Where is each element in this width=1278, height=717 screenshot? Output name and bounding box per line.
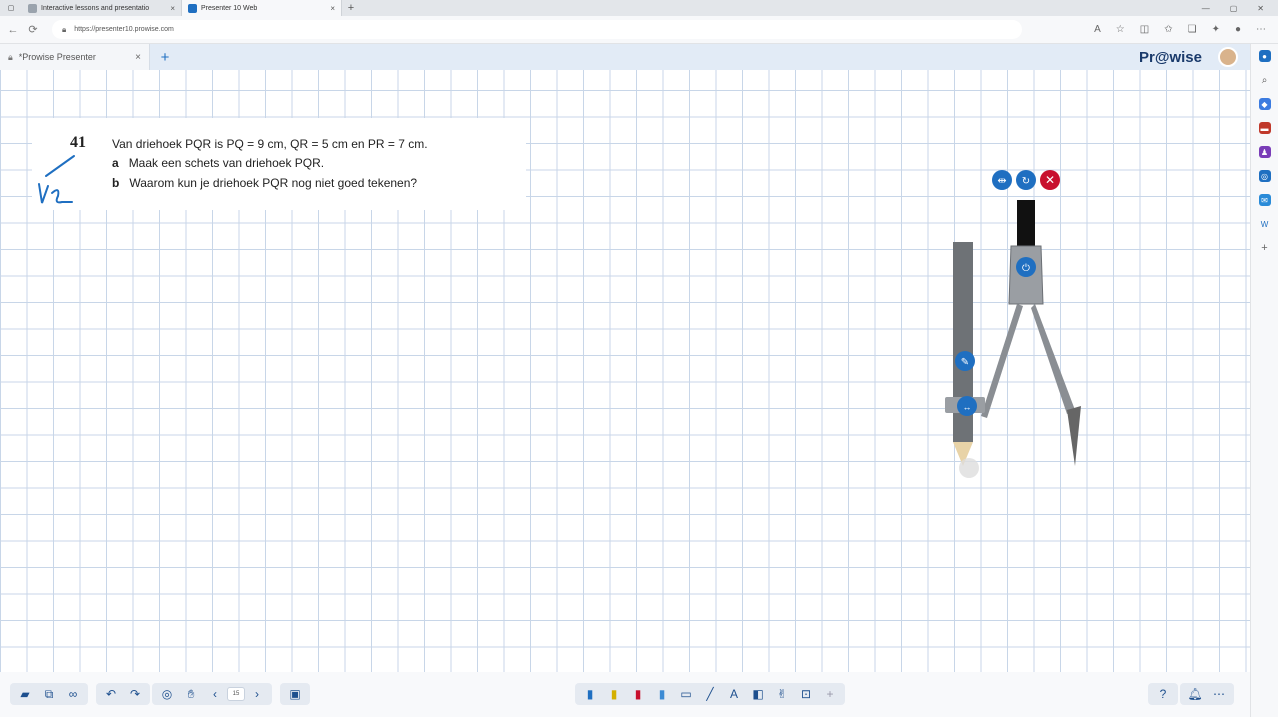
folder-icon[interactable]: ▰ — [13, 683, 37, 705]
compass-handle[interactable] — [1017, 200, 1035, 246]
presenter-tab-bar: 🔒︎ *Prowise Presenter × + Pr@wise — [0, 44, 1250, 70]
minimize-icon[interactable]: — — [1202, 4, 1210, 13]
svg-text:⇹: ⇹ — [997, 175, 1006, 187]
favorite-star-icon[interactable]: ☆ — [1116, 24, 1125, 35]
history-tools: ↶ ↷ — [96, 683, 150, 705]
shopping-icon[interactable]: ◆ — [1258, 98, 1271, 110]
shapes-icon[interactable]: ◧ — [746, 683, 770, 705]
document-tab-label: *Prowise Presenter — [18, 52, 96, 62]
undo-icon[interactable]: ↶ — [99, 683, 123, 705]
tab-favicon-icon — [28, 3, 37, 13]
browser-tab-label: Presenter 10 Web — [201, 4, 258, 12]
pages-icon[interactable]: ⧉ — [37, 683, 61, 705]
browser-tab-strip: ▢ Interactive lessons and presentatio × … — [0, 0, 1278, 16]
more-options-icon[interactable]: ⋯ — [1207, 683, 1231, 705]
split-screen-icon[interactable]: ◫ — [1140, 24, 1149, 35]
svg-text:↔: ↔ — [963, 402, 972, 412]
tools-icon[interactable]: ▬ — [1258, 122, 1271, 134]
add-tool-icon[interactable]: + — [818, 683, 842, 705]
notifications-icon[interactable]: 🔔︎ — [1183, 683, 1207, 705]
more-menu-icon[interactable]: ⋯ — [1256, 24, 1266, 35]
browser-actions: A ☆ ◫ ✩ ❏ ✦ ● ⋯ — [1094, 24, 1278, 35]
highlighter-icon[interactable]: ▮ — [650, 683, 674, 705]
collections-icon[interactable]: ❏ — [1188, 24, 1197, 35]
close-window-icon[interactable]: ✕ — [1257, 4, 1264, 13]
svg-text:✎: ✎ — [961, 357, 969, 368]
read-aloud-icon[interactable]: A — [1094, 24, 1101, 35]
problem-part-b: b Waarom kun je driehoek PQR nog niet goe… — [112, 176, 417, 190]
outlook-icon[interactable]: ✉ — [1258, 194, 1271, 206]
window-controls: — ▢ ✕ — [1202, 4, 1278, 13]
right-tools: 🔔︎ ⋯ — [1180, 683, 1234, 705]
avatar[interactable] — [1218, 47, 1238, 67]
previous-page-icon[interactable]: ‹ — [203, 683, 227, 705]
problem-part-a: a Maak een schets van driehoek PQR. — [112, 156, 324, 170]
screenshot-icon[interactable]: ▣ — [283, 683, 307, 705]
lock-icon: 🔒︎ — [62, 24, 67, 34]
red-pen-icon[interactable]: ▮ — [626, 683, 650, 705]
tools-icon[interactable]: ✌︎ — [770, 683, 794, 705]
handwritten-annotation — [38, 155, 75, 204]
url-field[interactable]: 🔒︎ https://presenter10.prowise.com — [52, 20, 1022, 39]
lock-icon: 🔒︎ — [8, 51, 13, 62]
browser-tab-label: Interactive lessons and presentatio — [41, 4, 150, 12]
select-icon[interactable]: ◎ — [155, 683, 179, 705]
link-icon[interactable]: ∞ — [61, 683, 85, 705]
office-icon[interactable]: ◎ — [1258, 170, 1271, 182]
part-b-label: b — [112, 176, 120, 190]
help-icon[interactable]: ? — [1151, 683, 1175, 705]
edge-sidebar: ● ⌕ ◆ ▬ ♟ ◎ ✉ W + — [1250, 44, 1278, 717]
search-icon[interactable]: ⌕ — [1259, 74, 1271, 86]
presenter-document-tab[interactable]: 🔒︎ *Prowise Presenter × — [0, 44, 150, 70]
eraser-icon[interactable]: ▭ — [674, 683, 698, 705]
hand-pan-icon[interactable]: ✋︎ — [179, 683, 203, 705]
add-sidebar-app-icon[interactable]: + — [1259, 242, 1271, 254]
text-tool-icon[interactable]: A — [722, 683, 746, 705]
whiteboard-canvas[interactable]: 41 Van driehoek PQR is PQ = 9 cm, QR = 5… — [0, 70, 1250, 672]
close-tab-icon[interactable]: × — [170, 4, 175, 13]
url-text: https://presenter10.prowise.com — [74, 26, 174, 33]
part-b-text: Waarom kun je driehoek PQR nog niet goed… — [129, 176, 418, 190]
part-a-text: Maak een schets van driehoek PQR. — [128, 156, 325, 170]
favorites-icon[interactable]: ✩ — [1164, 24, 1172, 35]
redo-icon[interactable]: ↷ — [123, 683, 147, 705]
browser-tab-presenter[interactable]: Presenter 10 Web × — [182, 0, 342, 16]
profile-icon[interactable]: ● — [1235, 24, 1241, 35]
window-menu-icon[interactable]: ▢ — [0, 0, 22, 16]
yellow-pen-icon[interactable]: ▮ — [602, 683, 626, 705]
svg-text:✕: ✕ — [1045, 173, 1055, 187]
compass-tool[interactable]: ⇹ ↻ ✕ ⏻ ✎ ↔ — [935, 166, 1095, 486]
svg-text:↻: ↻ — [1022, 176, 1030, 187]
screen-tools: ▣ — [280, 683, 310, 705]
next-page-icon[interactable]: › — [245, 683, 269, 705]
close-tab-icon[interactable]: × — [330, 4, 335, 13]
file-tools: ▰ ⧉ ∞ — [10, 683, 88, 705]
navigation-tools: ◎ ✋︎ ‹ 15 › — [152, 683, 272, 705]
close-document-icon[interactable]: × — [135, 52, 141, 63]
svg-text:⏻: ⏻ — [1022, 263, 1030, 274]
problem-card[interactable]: 41 Van driehoek PQR is PQ = 9 cm, QR = 5… — [32, 118, 526, 210]
problem-intro: Van driehoek PQR is PQ = 9 cm, QR = 5 cm… — [112, 137, 428, 151]
reload-icon[interactable]: ⟳ — [26, 23, 40, 36]
help-tools: ? — [1148, 683, 1178, 705]
page-number[interactable]: 15 — [227, 687, 245, 701]
copilot-icon[interactable]: ● — [1258, 50, 1271, 62]
maximize-icon[interactable]: ▢ — [1230, 4, 1238, 13]
part-a-label: a — [112, 156, 119, 170]
line-tool-icon[interactable]: ╱ — [698, 683, 722, 705]
add-document-button[interactable]: + — [150, 49, 180, 66]
frame-icon[interactable]: ⊡ — [794, 683, 818, 705]
bottom-toolbar: ▰ ⧉ ∞ ↶ ↷ ◎ ✋︎ ‹ 15 › ▣ ▮ ▮ ▮ ▮ ▭ ╱ A ◧ … — [0, 672, 1250, 717]
drawing-tools: ▮ ▮ ▮ ▮ ▭ ╱ A ◧ ✌︎ ⊡ + — [575, 683, 845, 705]
prowise-favicon-icon — [188, 3, 197, 13]
extensions-icon[interactable]: ✦ — [1212, 24, 1220, 35]
browser-tab-interactive-lessons[interactable]: Interactive lessons and presentatio × — [22, 0, 182, 16]
new-tab-button[interactable]: + — [342, 2, 360, 14]
back-icon[interactable]: ← — [6, 24, 20, 36]
blue-pen-icon[interactable]: ▮ — [578, 683, 602, 705]
address-bar-row: ← ⟳ 🔒︎ https://presenter10.prowise.com A… — [0, 16, 1278, 44]
games-icon[interactable]: ♟ — [1258, 146, 1271, 158]
prowise-logo: Pr@wise — [1139, 48, 1202, 66]
word-icon[interactable]: W — [1259, 218, 1271, 230]
